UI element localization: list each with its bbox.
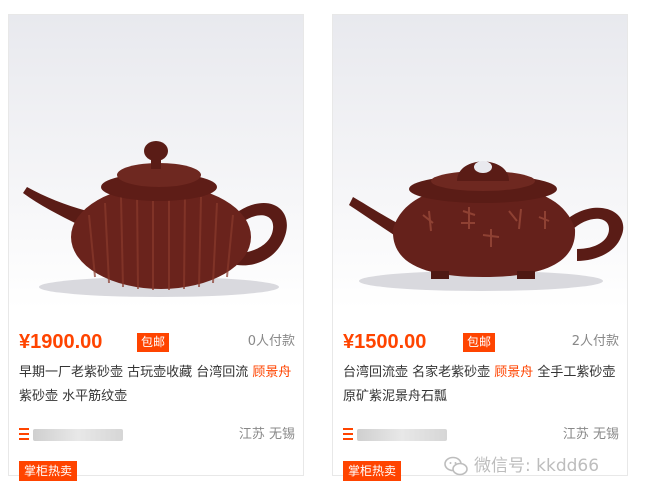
product-card[interactable]: ¥1500.00 包邮 2人付款 台湾回流壶 名家老紫砂壶 顾景舟 全手工紫砂壶… xyxy=(332,14,628,481)
free-shipping-badge: 包邮 xyxy=(137,333,170,352)
location: 江苏 无锡 xyxy=(238,427,295,442)
price-row: ¥1900.00 包邮 0人付款 xyxy=(19,329,295,355)
shipiao-teapot-illustration xyxy=(349,161,624,291)
product-image[interactable] xyxy=(9,15,303,309)
wechat-icon xyxy=(444,456,468,476)
product-title[interactable]: 台湾回流壶 名家老紫砂壶 顾景舟 全手工紫砂壶 原矿紫泥景舟石瓢 xyxy=(343,361,623,409)
highlight-keyword: 顾景舟 xyxy=(494,365,534,380)
shop-name-blurred[interactable] xyxy=(33,429,123,441)
shop-icon xyxy=(343,428,353,440)
free-shipping-badge: 包邮 xyxy=(463,333,496,352)
product-card[interactable]: ¥1900.00 包邮 0人付款 早期一厂老紫砂壶 古玩壶收藏 台湾回流 顾景舟… xyxy=(8,14,304,481)
shop-name-blurred[interactable] xyxy=(357,429,447,441)
paid-count: 2人付款 xyxy=(571,334,619,349)
price-row: ¥1500.00 包邮 2人付款 xyxy=(343,329,619,355)
watermark-text: 微信号: kkdd66 xyxy=(474,456,600,476)
location: 江苏 无锡 xyxy=(562,427,619,442)
price[interactable]: ¥1900.00 xyxy=(19,329,102,355)
paid-count: 0人付款 xyxy=(247,334,295,349)
hot-sale-tag: 掌柜热卖 xyxy=(343,461,402,481)
product-image[interactable] xyxy=(333,15,627,309)
product-title[interactable]: 早期一厂老紫砂壶 古玩壶收藏 台湾回流 顾景舟紫砂壶 水平筋纹壶 xyxy=(19,361,299,409)
shop-icon xyxy=(19,428,29,440)
wechat-watermark: 微信号: kkdd66 xyxy=(444,453,599,479)
hot-sale-tag: 掌柜热卖 xyxy=(19,461,78,481)
ribbed-teapot-illustration xyxy=(23,141,287,297)
highlight-keyword: 顾景舟 xyxy=(252,365,292,380)
price[interactable]: ¥1500.00 xyxy=(343,329,426,355)
shop-meta: 江苏 无锡 xyxy=(19,425,295,445)
shop-meta: 江苏 无锡 xyxy=(343,425,619,445)
